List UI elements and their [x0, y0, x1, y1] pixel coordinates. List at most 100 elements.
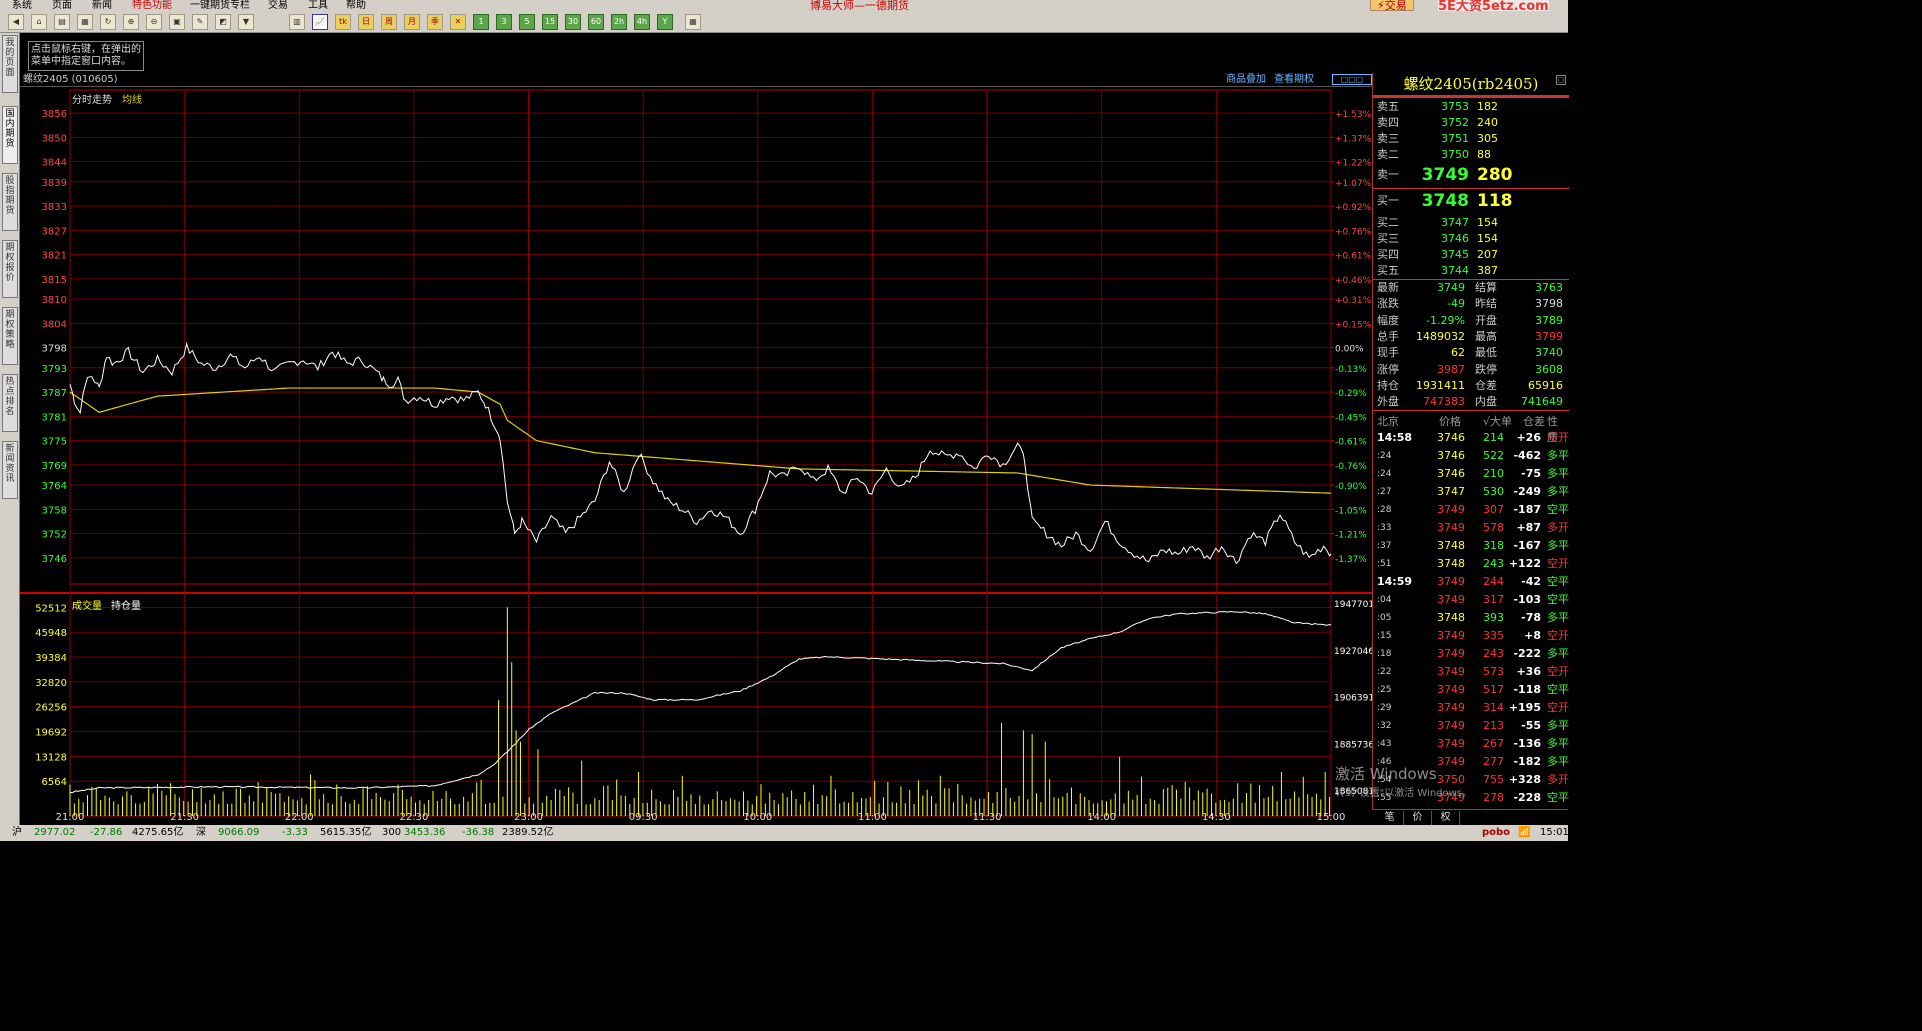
order-book-row[interactable]: 买二 3747 154 — [1377, 215, 1567, 231]
menu-trade[interactable]: 交易 — [268, 0, 288, 11]
menu-futures-column[interactable]: 一键期货专栏 — [190, 0, 250, 11]
tick-row[interactable]: :18 3749 243 -222 多平 — [1373, 645, 1569, 663]
tick-row[interactable]: :05 3748 393 -78 多平 — [1373, 609, 1569, 627]
tick-oi-change: -228 — [1513, 791, 1541, 804]
menu-help[interactable]: 帮助 — [346, 0, 366, 11]
tick-volume: 243 — [1483, 557, 1504, 570]
tick-nature: 多平 — [1547, 755, 1569, 768]
pct-tick-label: +0.92% — [1335, 203, 1372, 213]
order-book-row[interactable]: 买五 3744 387 — [1377, 263, 1567, 279]
tab-index-futures[interactable]: 股指期货 — [2, 173, 18, 231]
tick-row[interactable]: :51 3748 243 +122 空开 — [1373, 555, 1569, 573]
order-book-row[interactable]: 卖二 3750 88 — [1377, 147, 1567, 163]
price-tick-label: 3821 — [42, 251, 67, 262]
tick-nature: 空平 — [1547, 593, 1569, 606]
order-volume: 387 — [1477, 264, 1498, 277]
price-tick-label: 3833 — [42, 202, 67, 213]
window-icon[interactable]: ▣ — [169, 14, 185, 30]
season-icon[interactable]: 季 — [427, 14, 443, 30]
tab-options-strategy[interactable]: 期权策略 — [2, 307, 18, 365]
tab-weight[interactable]: 权 — [1432, 811, 1460, 825]
tick-row[interactable]: :24 3746 210 -75 多平 — [1373, 465, 1569, 483]
tick-time: 14:59 — [1377, 575, 1413, 588]
tick-row[interactable]: :24 3746 522 -462 多平 — [1373, 447, 1569, 465]
panel-toggle-icon[interactable]: ▢ — [1556, 75, 1566, 85]
filter-icon[interactable]: ▼ — [238, 14, 254, 30]
tick-row[interactable]: :37 3748 318 -167 多平 — [1373, 537, 1569, 555]
calculator-icon[interactable]: ▦ — [685, 14, 701, 30]
tick-row[interactable]: :29 3749 314 +195 空开 — [1373, 699, 1569, 717]
home-icon[interactable]: ⌂ — [31, 14, 47, 30]
tick-row[interactable]: 14:59 3749 244 -42 空平 — [1373, 573, 1569, 591]
options-link[interactable]: 查看期权 — [1274, 73, 1314, 87]
tick-icon[interactable]: tk — [335, 14, 351, 30]
trend-chart-icon[interactable]: 📈 — [312, 14, 328, 30]
tick-row[interactable]: :15 3749 335 +8 空开 — [1373, 627, 1569, 645]
tick-row[interactable]: :43 3749 267 -136 多平 — [1373, 735, 1569, 753]
tick-row[interactable]: :32 3749 213 -55 多平 — [1373, 717, 1569, 735]
window-controls-icon[interactable]: ▢▢▢ — [1332, 74, 1372, 85]
tick-price: 3749 — [1437, 737, 1465, 750]
folder-icon[interactable]: ▤ — [54, 14, 70, 30]
tab-options-quote[interactable]: 期权报价 — [2, 240, 18, 298]
trade-button[interactable]: ⚡交易 — [1370, 0, 1414, 11]
stat-item: 开盘 3789 — [1471, 313, 1567, 329]
draw-icon[interactable]: ✎ — [192, 14, 208, 30]
tick-row[interactable]: :25 3749 517 -118 空平 — [1373, 681, 1569, 699]
eraser-icon[interactable]: ◩ — [215, 14, 231, 30]
month-icon[interactable]: 月 — [404, 14, 420, 30]
period-1-icon[interactable]: 1 — [473, 14, 489, 30]
tab-domestic-futures[interactable]: 国内期货 — [2, 106, 18, 164]
back-icon[interactable]: ◀ — [8, 14, 24, 30]
order-level-label: 买三 — [1377, 232, 1399, 245]
order-book-row[interactable]: 卖五 3753 182 — [1377, 99, 1567, 115]
period-30-icon[interactable]: 30 — [565, 14, 581, 30]
order-book-row[interactable]: 卖三 3751 305 — [1377, 131, 1567, 147]
tick-row[interactable]: :04 3749 317 -103 空平 — [1373, 591, 1569, 609]
tick-nature: 多平 — [1547, 539, 1569, 552]
tab-news[interactable]: 新闻资讯 — [2, 441, 18, 499]
period-4h-icon[interactable]: 4h — [634, 14, 650, 30]
zoom-out-icon[interactable]: ⊖ — [146, 14, 162, 30]
custom-period-icon[interactable]: ✕ — [450, 14, 466, 30]
tick-nature: 空平 — [1547, 503, 1569, 516]
tick-volume: 210 — [1483, 467, 1504, 480]
stat-label: 涨跌 — [1377, 297, 1399, 311]
tick-nature: 多开 — [1547, 773, 1569, 786]
order-book-row[interactable]: 卖四 3752 240 — [1377, 115, 1567, 131]
order-book-row[interactable]: 买四 3745 207 — [1377, 247, 1567, 263]
tab-price[interactable]: 价 — [1404, 811, 1432, 825]
tab-hot-rank[interactable]: 热点排名 — [2, 374, 18, 432]
week-icon[interactable]: 周 — [381, 14, 397, 30]
tick-row[interactable]: :27 3747 530 -249 多平 — [1373, 483, 1569, 501]
zoom-in-icon[interactable]: ⊕ — [123, 14, 139, 30]
order-book-row[interactable]: 买一 3748 118 — [1377, 189, 1567, 213]
menu-system[interactable]: 系统 — [12, 0, 32, 11]
period-60-icon[interactable]: 60 — [588, 14, 604, 30]
order-book-row[interactable]: 买三 3746 154 — [1377, 231, 1567, 247]
period-3-icon[interactable]: 3 — [496, 14, 512, 30]
quote-icon[interactable]: ▦ — [77, 14, 93, 30]
tick-nature: 空开 — [1547, 431, 1569, 444]
tick-row[interactable]: :33 3749 578 +87 多开 — [1373, 519, 1569, 537]
menu-page[interactable]: 页面 — [52, 0, 72, 11]
menu-news[interactable]: 新闻 — [92, 0, 112, 11]
tick-price: 3748 — [1437, 539, 1465, 552]
tick-row[interactable]: 14:58 3746 214 +26 空开 — [1373, 429, 1569, 447]
tab-ticks[interactable]: 笔 — [1376, 811, 1404, 825]
day-icon[interactable]: 日 — [358, 14, 374, 30]
period-year-icon[interactable]: Y — [657, 14, 673, 30]
chart-title-row: 螺纹2405 (010605) 商品叠加 查看期权 ▢▢▢ — [20, 73, 1372, 87]
period-15-icon[interactable]: 15 — [542, 14, 558, 30]
period-2h-icon[interactable]: 2h — [611, 14, 627, 30]
tick-row[interactable]: :22 3749 573 +36 空开 — [1373, 663, 1569, 681]
table-icon[interactable]: ▥ — [289, 14, 305, 30]
period-5-icon[interactable]: 5 — [519, 14, 535, 30]
tab-my-page[interactable]: 我的页面 — [2, 35, 18, 93]
overlay-link[interactable]: 商品叠加 — [1226, 73, 1266, 87]
refresh-icon[interactable]: ↻ — [100, 14, 116, 30]
order-book-row[interactable]: 卖一 3749 280 — [1377, 163, 1567, 187]
menu-tools[interactable]: 工具 — [308, 0, 328, 11]
menu-special[interactable]: 特色功能 — [132, 0, 172, 11]
tick-row[interactable]: :28 3749 307 -187 空平 — [1373, 501, 1569, 519]
